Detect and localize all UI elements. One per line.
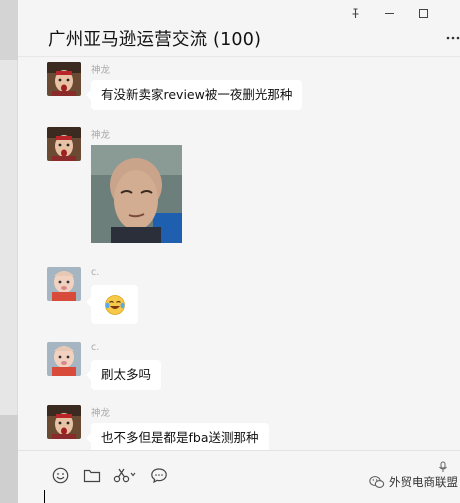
text-cursor (44, 490, 45, 503)
message-bubble[interactable]: 也不多但是都是fba送测那种 (86, 423, 269, 450)
opera-avatar[interactable] (47, 62, 81, 96)
sender-name: 神龙 (91, 408, 111, 419)
bald-man-photo[interactable] (91, 145, 182, 243)
chat-history-button[interactable] (143, 463, 174, 487)
minimize-icon (384, 12, 394, 14)
screenshot-button[interactable] (107, 463, 143, 487)
sender-name: c. (91, 342, 100, 353)
file-button[interactable] (76, 463, 107, 487)
pin-button[interactable] (338, 5, 372, 21)
message-list[interactable]: 神龙 有没新卖家review被一夜删光那种 神龙 c. c. 刷太多吗 神龙 也… (18, 57, 460, 450)
baby-avatar[interactable] (47, 342, 81, 376)
message-bubble[interactable] (86, 285, 138, 324)
opera-avatar[interactable] (47, 127, 81, 161)
emoji-button[interactable] (45, 463, 76, 487)
baby-avatar[interactable] (47, 267, 81, 301)
chat-title: 广州亚马逊运营交流 (100) (48, 30, 262, 50)
message-bubble[interactable]: 刷太多吗 (85, 360, 162, 390)
more-icon[interactable] (446, 28, 460, 47)
session-list-edge (0, 0, 18, 503)
message-input-area[interactable]: 外贸电商联盟 (18, 450, 460, 503)
chat-header: 广州亚马逊运营交流 (100) (18, 20, 460, 56)
laughing-crying-emoji (104, 294, 125, 315)
watermark: 外贸电商联盟 (369, 474, 458, 490)
window-controls (338, 5, 440, 21)
scissors-icon (113, 468, 136, 483)
session-list-selected-edge (0, 0, 18, 60)
session-list-bottom-edge (0, 415, 18, 503)
folder-icon (83, 469, 100, 482)
message-bubble[interactable]: 有没新卖家review被一夜删光那种 (85, 80, 303, 110)
emoji-icon (52, 467, 69, 483)
maximize-icon (418, 8, 428, 18)
chat-history-icon (150, 467, 167, 483)
watermark-text: 外贸电商联盟 (389, 475, 458, 489)
sender-name: 神龙 (91, 65, 111, 76)
sender-name: 神龙 (91, 130, 111, 141)
maximize-button[interactable] (406, 5, 440, 21)
pin-icon (352, 7, 358, 18)
minimize-button[interactable] (372, 5, 406, 21)
wechat-logo-icon (369, 476, 385, 488)
input-toolbar (45, 463, 174, 487)
sender-name: c. (91, 267, 100, 278)
chat-window: 广州亚马逊运营交流 (100) 神龙 有没新卖家review被一夜删光那种 神龙… (18, 0, 460, 503)
opera-avatar[interactable] (47, 405, 81, 439)
